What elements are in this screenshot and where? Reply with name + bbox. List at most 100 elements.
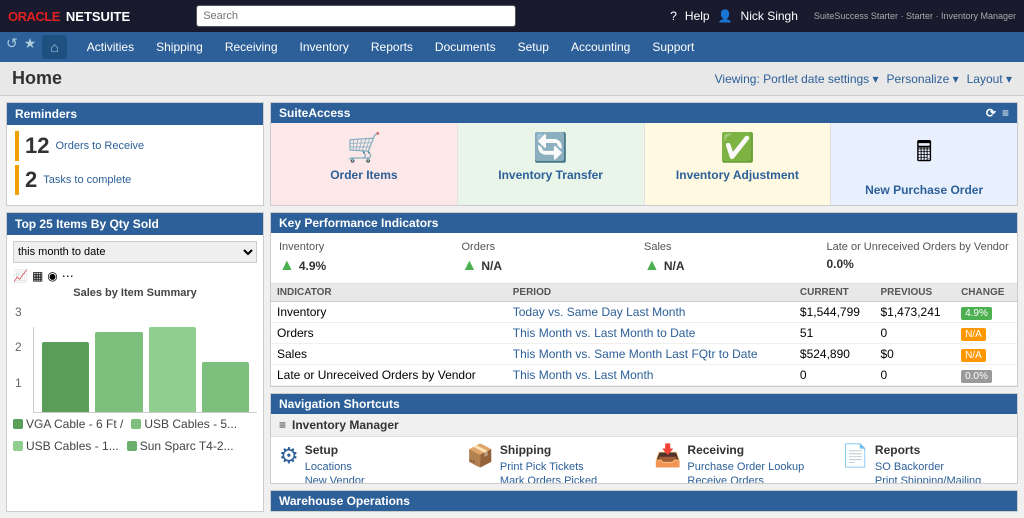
menu-reports[interactable]: Reports [361,36,423,58]
legend-color-3 [13,441,23,451]
kpi-orders-label: Orders [462,241,645,253]
receiving-icon: 📥 [654,443,681,469]
setup-links: Setup Locations New Vendor Item Manageme… [305,443,394,484]
menu-shipping[interactable]: Shipping [146,36,213,58]
shipping-links: Shipping Print Pick Tickets Mark Orders … [500,443,605,484]
nav-shortcuts-header: Navigation Shortcuts [271,394,1017,414]
shipping-link-0[interactable]: Print Pick Tickets [500,461,605,473]
table-row: Orders This Month vs. Last Month to Date… [271,323,1017,344]
kpi-header: Key Performance Indicators [271,213,1017,233]
chart-dropdown[interactable]: this month to date [13,241,257,263]
nav-col-reports: 📄 Reports SO Backorder Print Shipping/Ma… [842,443,1010,484]
menu-receiving[interactable]: Receiving [215,36,288,58]
top-bar: ORACLE NETSUITE ? Help 👤 Nick Singh Suit… [0,0,1024,32]
personalize-button[interactable]: Personalize ▾ [887,72,959,86]
menu-setup[interactable]: Setup [508,36,559,58]
shipping-link-1[interactable]: Mark Orders Picked [500,475,605,484]
setup-icon: ⚙ [279,443,299,469]
row-previous-0: $1,473,241 [874,302,955,323]
suite-card-inventory-adjustment[interactable]: ✅ Inventory Adjustment [645,123,832,205]
row-indicator-1: Orders [271,323,507,344]
kpi-summary: Inventory ▲ 4.9% Orders ▲ N/A Sales [271,233,1017,284]
receiving-link-1[interactable]: Receive Orders [687,475,804,484]
top-bar-icons: ? Help 👤 Nick Singh SuiteSuccess Starter… [670,9,1016,23]
new-purchase-order-icon: 🖩 [916,131,933,179]
menu-accounting[interactable]: Accounting [561,36,640,58]
badge-3: 0.0% [961,370,992,383]
order-items-label: Order Items [330,168,397,182]
kpi-orders: Orders ▲ N/A [462,241,645,275]
home-icon[interactable]: ⌂ [42,35,66,59]
menu-activities[interactable]: Activities [77,36,144,58]
viewing-label[interactable]: Viewing: Portlet date settings ▾ [715,72,879,86]
col-current: CURRENT [794,284,875,302]
col-period: PERIOD [507,284,794,302]
row-period-2[interactable]: This Month vs. Same Month Last FQtr to D… [507,344,794,365]
reminder-bar-tasks [15,165,19,195]
suite-header-icons: ⟳ ≡ [986,106,1009,120]
chart-pie-icon[interactable]: ◉ [47,269,57,283]
search-container [196,5,516,27]
col-previous: PREVIOUS [874,284,955,302]
menu-documents[interactable]: Documents [425,36,506,58]
kpi-sales-value: ▲ N/A [644,257,827,275]
orders-text[interactable]: Orders to Receive [55,140,144,152]
setup-link-0[interactable]: Locations [305,461,394,473]
main-content: Reminders 12 Orders to Receive 2 Tasks t… [0,96,1024,518]
y-label-3: 3 [15,305,22,319]
legend-label-4: Sun Sparc T4-2... [140,439,234,453]
reports-link-0[interactable]: SO Backorder [875,461,1009,473]
reminders-header: Reminders [7,103,263,125]
layout-button[interactable]: Layout ▾ [967,72,1012,86]
chart-title: Sales by Item Summary [13,287,257,299]
tasks-text[interactable]: Tasks to complete [43,174,131,186]
row-period-1[interactable]: This Month vs. Last Month to Date [507,323,794,344]
orders-number: 12 [25,133,49,159]
suite-card-inventory-transfer[interactable]: 🔄 Inventory Transfer [458,123,645,205]
chart-area: 3 2 1 [13,303,257,413]
reports-link-1[interactable]: Print Shipping/Mailing Labels [875,475,1009,484]
refresh-icon[interactable]: ↺ [6,35,18,59]
row-period-0[interactable]: Today vs. Same Day Last Month [507,302,794,323]
star-icon[interactable]: ★ [24,35,37,59]
chart-bar-icon[interactable]: ▦ [32,269,43,283]
y-label-2: 2 [15,340,22,354]
nav-section-label: Inventory Manager [292,418,399,432]
inventory-transfer-icon: 🔄 [533,131,568,164]
legend-item-2: USB Cables - 5... [131,417,237,431]
menu-support[interactable]: Support [642,36,704,58]
chart-line-icon[interactable]: 📈 [13,269,28,283]
receiving-title: Receiving [687,443,804,457]
inventory-arrow: ▲ [279,257,295,275]
bar-1 [42,342,89,412]
suite-access-title: SuiteAccess [279,106,350,120]
nav-col-shipping-inner: 📦 Shipping Print Pick Tickets Mark Order… [467,443,635,484]
kpi-table: INDICATOR PERIOD CURRENT PREVIOUS CHANGE… [271,284,1017,386]
chart-header: Top 25 Items By Qty Sold [7,213,263,235]
menu-suite-icon[interactable]: ≡ [1002,106,1009,120]
setup-link-1[interactable]: New Vendor [305,475,394,484]
suite-card-order-items[interactable]: 🛒 Order Items [271,123,458,205]
search-input[interactable] [196,5,516,27]
receiving-link-0[interactable]: Purchase Order Lookup [687,461,804,473]
row-period-3[interactable]: This Month vs. Last Month [507,365,794,386]
col-change: CHANGE [955,284,1017,302]
reminders-box: Reminders 12 Orders to Receive 2 Tasks t… [6,102,264,206]
bar-4 [202,362,249,412]
help-icon[interactable]: ? [670,9,677,23]
chart-dots-icon[interactable]: ⋯ [62,269,74,283]
receiving-links: Receiving Purchase Order Lookup Receive … [687,443,804,484]
row-current-0: $1,544,799 [794,302,875,323]
legend-item-3: USB Cables - 1... [13,439,119,453]
row-change-2: N/A [955,344,1017,365]
table-row: Inventory Today vs. Same Day Last Month … [271,302,1017,323]
kpi-late-orders-value: 0.0% [827,257,1010,271]
legend-label-2: USB Cables - 5... [144,417,237,431]
hamburger-icon: ≡ [279,418,286,432]
menu-inventory[interactable]: Inventory [290,36,359,58]
suite-card-new-purchase-order[interactable]: 🖩 New Purchase Order [831,123,1017,205]
nav-col-reports-inner: 📄 Reports SO Backorder Print Shipping/Ma… [842,443,1010,484]
bars-container [33,327,257,413]
refresh-suite-icon[interactable]: ⟳ [986,106,996,120]
legend-label-3: USB Cables - 1... [26,439,119,453]
